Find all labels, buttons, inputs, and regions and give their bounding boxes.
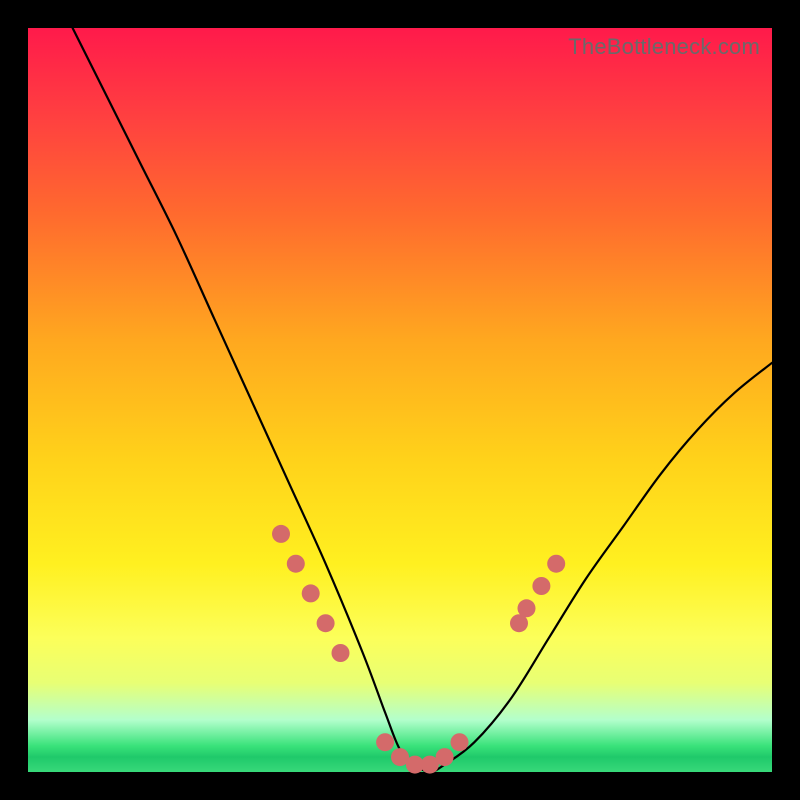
highlight-marker xyxy=(317,614,335,632)
highlight-marker xyxy=(518,599,536,617)
bottleneck-curve xyxy=(73,28,772,772)
plot-area: TheBottleneck.com xyxy=(28,28,772,772)
highlight-marker xyxy=(287,555,305,573)
highlight-marker xyxy=(436,748,454,766)
highlight-marker xyxy=(376,733,394,751)
highlight-marker xyxy=(547,555,565,573)
highlight-marker xyxy=(272,525,290,543)
highlight-marker xyxy=(451,733,469,751)
highlight-marker xyxy=(332,644,350,662)
chart-stage: TheBottleneck.com xyxy=(0,0,800,800)
curve-layer xyxy=(28,28,772,772)
highlight-markers xyxy=(272,525,565,774)
highlight-marker xyxy=(532,577,550,595)
highlight-marker xyxy=(302,584,320,602)
